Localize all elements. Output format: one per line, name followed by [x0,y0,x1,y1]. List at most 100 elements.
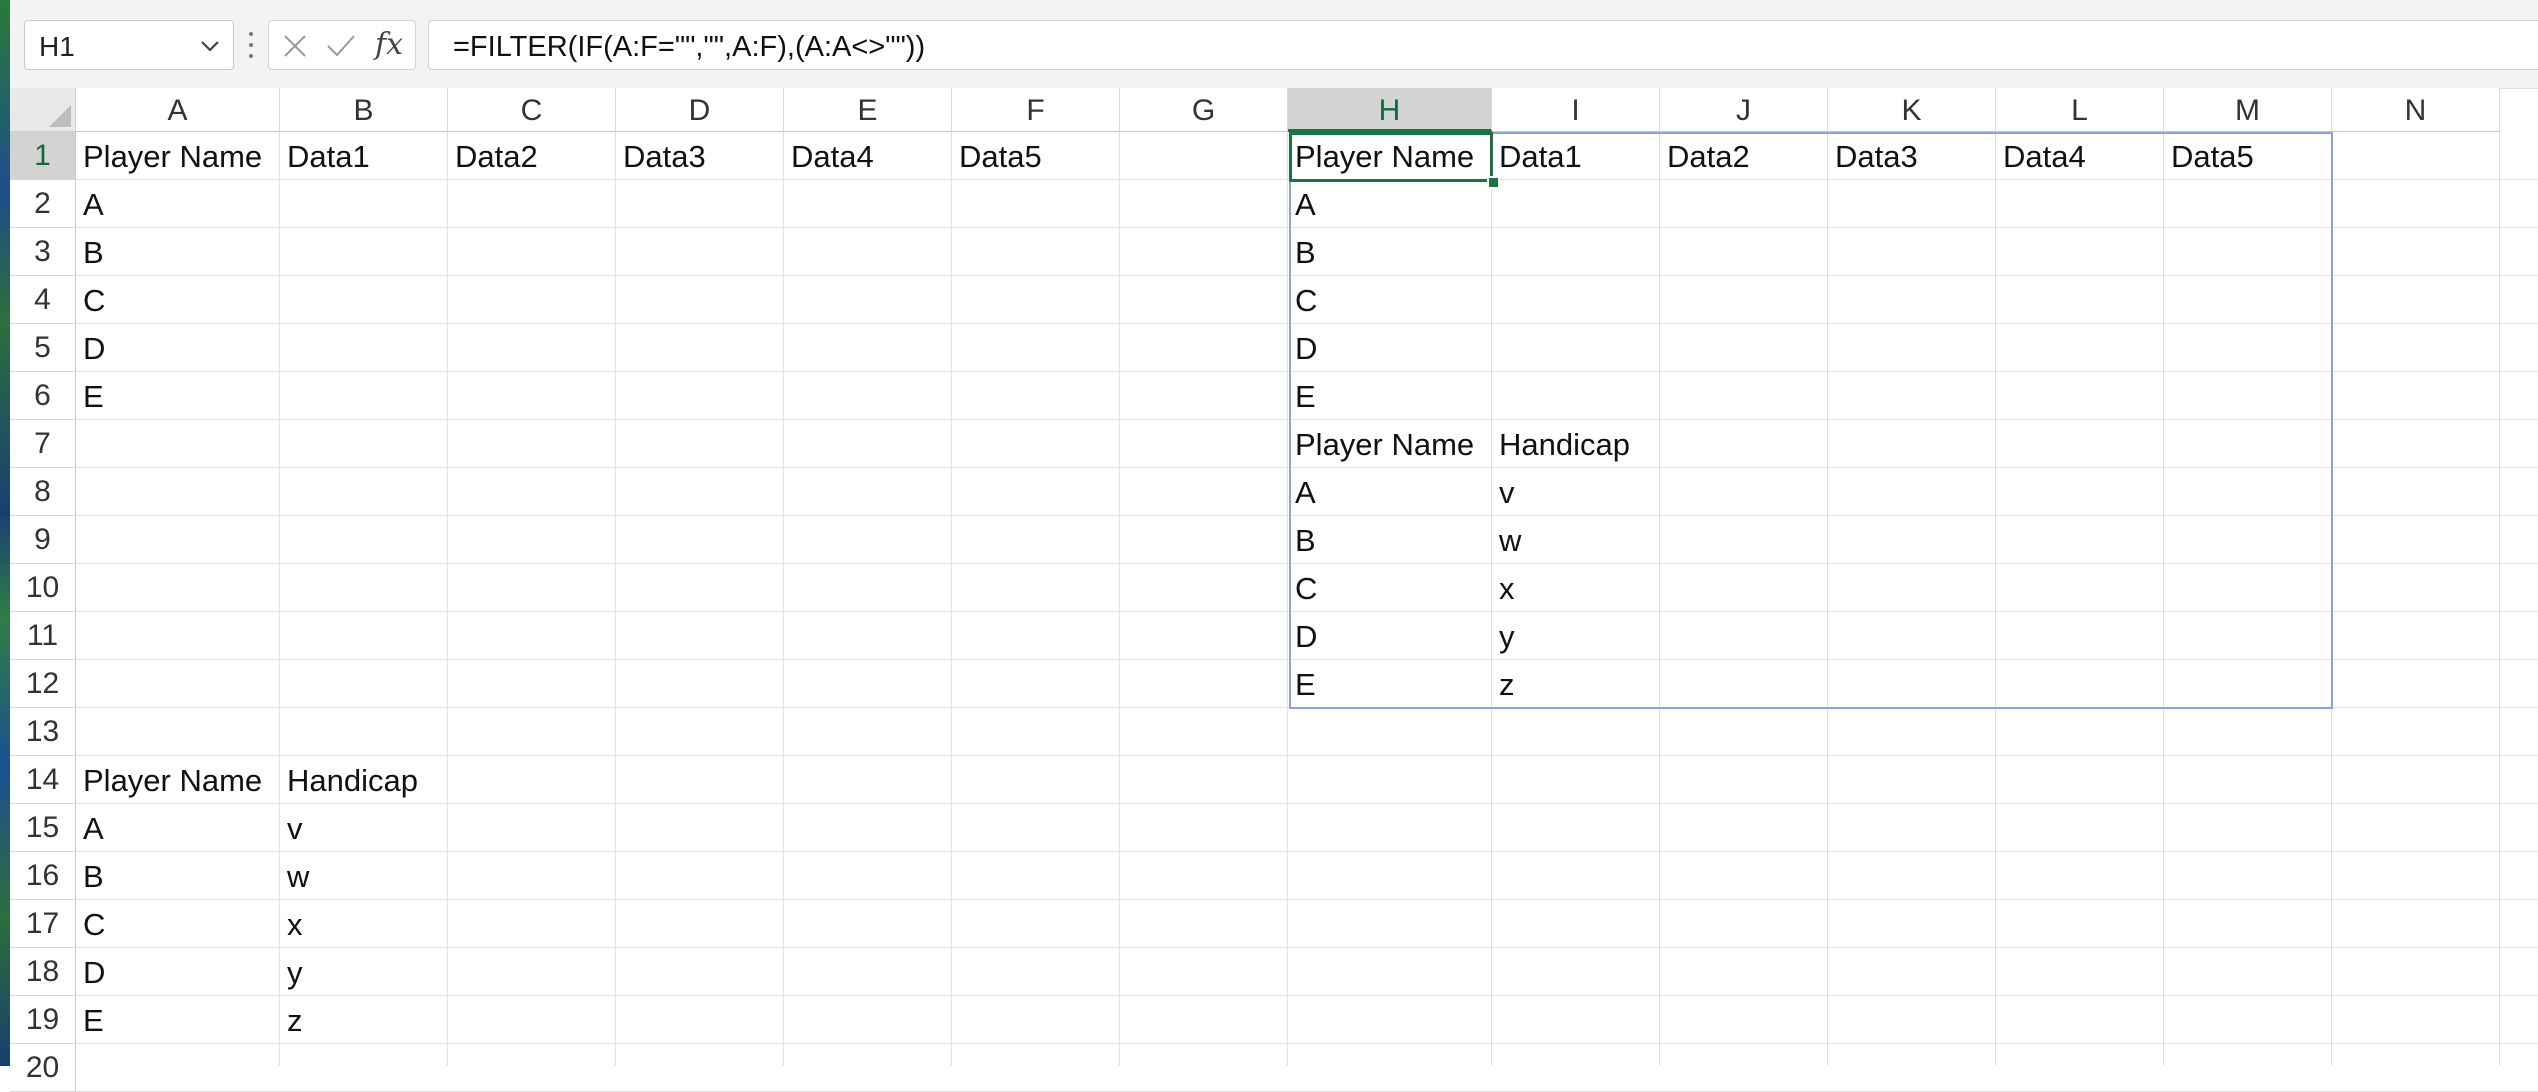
select-all-corner[interactable] [10,88,76,132]
name-box[interactable]: H1 [24,20,234,70]
cell-a1[interactable]: Player Name [76,132,280,180]
cell-b1[interactable]: Data1 [280,132,448,180]
cell-a3[interactable]: B [76,228,280,276]
row-header-9[interactable]: 9 [10,516,76,564]
cell-a5[interactable]: D [76,324,280,372]
cell-h11[interactable]: D [1288,612,1492,660]
cell-h10[interactable]: C [1288,564,1492,612]
x-icon[interactable] [281,32,309,60]
cell-a6[interactable]: E [76,372,280,420]
cell-h6[interactable]: E [1288,372,1492,420]
cell-a19[interactable]: E [76,996,280,1044]
fill-handle[interactable] [1487,176,1500,189]
cell-k1[interactable]: Data3 [1828,132,1996,180]
gridline [615,132,616,1066]
row-header-19[interactable]: 19 [10,996,76,1044]
column-header-m[interactable]: M [2164,88,2332,132]
formula-text: =FILTER(IF(A:F="","",A:F),(A:A<>"")) [453,31,926,63]
cell-e1[interactable]: Data4 [784,132,952,180]
column-header-g[interactable]: G [1120,88,1288,132]
cell-h12[interactable]: E [1288,660,1492,708]
cell-a16[interactable]: B [76,852,280,900]
row-header-17[interactable]: 17 [10,900,76,948]
column-header-h[interactable]: H [1288,88,1492,132]
row-header-2[interactable]: 2 [10,180,76,228]
check-icon[interactable] [325,32,357,60]
cell-a2[interactable]: A [76,180,280,228]
row-header-11[interactable]: 11 [10,612,76,660]
row-header-13[interactable]: 13 [10,708,76,756]
cell-b14[interactable]: Handicap [280,756,448,804]
row-header-3[interactable]: 3 [10,228,76,276]
gridline [2331,132,2332,1066]
cell-h7[interactable]: Player Name [1288,420,1492,468]
cell-b16[interactable]: w [280,852,448,900]
cell-i12[interactable]: z [1492,660,1660,708]
chevron-down-icon[interactable] [199,35,221,57]
column-header-a[interactable]: A [76,88,280,132]
more-vertical-icon[interactable] [246,28,256,62]
cell-i10[interactable]: x [1492,564,1660,612]
cell-d1[interactable]: Data3 [616,132,784,180]
row-header-1[interactable]: 1 [10,132,76,180]
insert-function-icon[interactable]: fx [375,27,403,62]
cell-a15[interactable]: A [76,804,280,852]
cell-b15[interactable]: v [280,804,448,852]
row-header-7[interactable]: 7 [10,420,76,468]
cell-i1[interactable]: Data1 [1492,132,1660,180]
row-header-15[interactable]: 15 [10,804,76,852]
row-header-18[interactable]: 18 [10,948,76,996]
formula-actions: fx [268,20,416,70]
row-header-8[interactable]: 8 [10,468,76,516]
cell-h8[interactable]: A [1288,468,1492,516]
row-header-4[interactable]: 4 [10,276,76,324]
cell-h4[interactable]: C [1288,276,1492,324]
cell-f1[interactable]: Data5 [952,132,1120,180]
row-header-10[interactable]: 10 [10,564,76,612]
cell-c1[interactable]: Data2 [448,132,616,180]
cell-i9[interactable]: w [1492,516,1660,564]
cell-i11[interactable]: y [1492,612,1660,660]
row-header-20[interactable]: 20 [10,1044,76,1092]
cell-h9[interactable]: B [1288,516,1492,564]
cell-a14[interactable]: Player Name [76,756,280,804]
column-header-l[interactable]: L [1996,88,2164,132]
cell-j1[interactable]: Data2 [1660,132,1828,180]
cell-m1[interactable]: Data5 [2164,132,2332,180]
column-header-i[interactable]: I [1492,88,1660,132]
formula-input[interactable]: =FILTER(IF(A:F="","",A:F),(A:A<>"")) [428,20,2538,70]
column-header-n[interactable]: N [2332,88,2500,132]
cell-b17[interactable]: x [280,900,448,948]
column-header-k[interactable]: K [1828,88,1996,132]
cell-a4[interactable]: C [76,276,280,324]
row-header-12[interactable]: 12 [10,660,76,708]
cell-h2[interactable]: A [1288,180,1492,228]
column-header-f[interactable]: F [952,88,1120,132]
gridline [1119,132,1120,1066]
cell-b19[interactable]: z [280,996,448,1044]
gridline [1995,132,1996,1066]
cell-h1[interactable]: Player Name [1288,132,1492,180]
column-header-c[interactable]: C [448,88,616,132]
cell-l1[interactable]: Data4 [1996,132,2164,180]
cell-h5[interactable]: D [1288,324,1492,372]
row-header-6[interactable]: 6 [10,372,76,420]
cell-a18[interactable]: D [76,948,280,996]
column-header-j[interactable]: J [1660,88,1828,132]
cell-h3[interactable]: B [1288,228,1492,276]
gridline [783,132,784,1066]
row-header-16[interactable]: 16 [10,852,76,900]
gridline [2499,132,2500,1066]
column-header-b[interactable]: B [280,88,448,132]
column-header-d[interactable]: D [616,88,784,132]
name-box-value: H1 [39,31,75,62]
formula-bar: H1 fx =FILTER(IF(A:F="","",A:F),(A:A<>""… [10,0,2538,89]
cell-a17[interactable]: C [76,900,280,948]
column-header-e[interactable]: E [784,88,952,132]
row-header-5[interactable]: 5 [10,324,76,372]
row-header-14[interactable]: 14 [10,756,76,804]
cell-i8[interactable]: v [1492,468,1660,516]
cell-b18[interactable]: y [280,948,448,996]
gridline [2163,132,2164,1066]
cell-i7[interactable]: Handicap [1492,420,1660,468]
